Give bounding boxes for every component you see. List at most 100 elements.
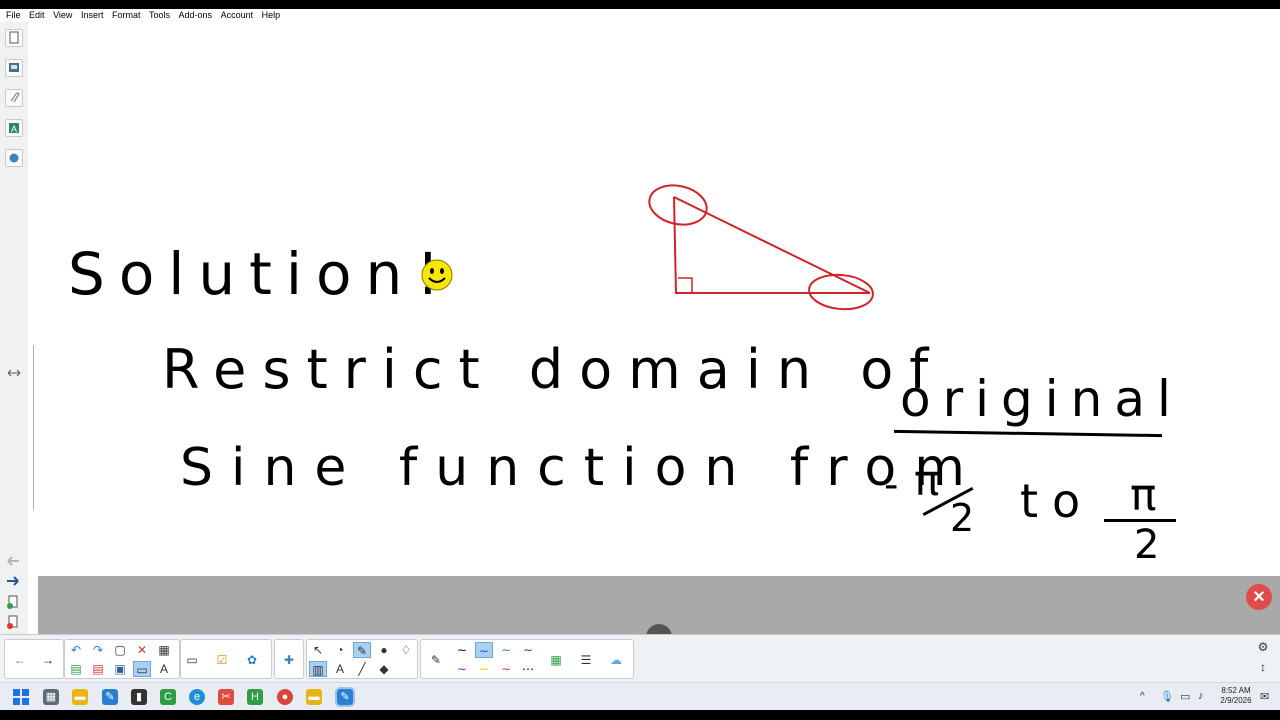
menu-file[interactable]: File (6, 9, 21, 22)
main-toolbar: ← → ↶ ↷ ▢ ✕ ▦ ▤ ▤ ▣ ▭ A ▭ ☑ ✿ ✚ ↖ ◔ ✎ ● … (0, 634, 1280, 683)
table-tool-icon[interactable]: ▥ (309, 661, 327, 677)
table-icon[interactable]: ▦ (155, 642, 173, 658)
pen-yellow-icon[interactable]: ∼ (475, 661, 493, 677)
properties-icon: A (9, 123, 19, 134)
redo-icon[interactable]: ↷ (89, 642, 107, 658)
add-page-tool-icon[interactable]: ▤ (67, 661, 85, 677)
clock-date: 2/9/2026 (1220, 696, 1252, 705)
windows-taskbar: ▦ ▬ ✎ ▮ C e ✂ H ● ▬ ✎ ^ 🎙 ▭ ♪ ✉ (0, 682, 1280, 711)
gallery-tab[interactable] (5, 59, 23, 77)
menu-account[interactable]: Account (221, 9, 254, 22)
spotlight-icon[interactable]: ☑ (213, 652, 231, 668)
properties-tab[interactable]: A (5, 119, 23, 137)
notebook-app-icon[interactable]: ✎ (102, 689, 118, 705)
shapes-icon[interactable]: ◔ (331, 642, 349, 658)
nav-group: ← → (4, 639, 64, 679)
add-page-icon[interactable] (6, 595, 20, 609)
menu-format[interactable]: Format (112, 9, 141, 22)
menu-addons[interactable]: Add-ons (179, 9, 213, 22)
page-icon (9, 31, 19, 44)
delete-icon[interactable]: ✕ (133, 642, 151, 658)
handwritten-pi-2: π (1130, 470, 1157, 521)
volume-icon[interactable]: ♪ (1198, 690, 1204, 702)
text-recognition-icon[interactable]: A (155, 661, 173, 677)
system-clock[interactable]: 8:52 AM 2/9/2026 (1216, 686, 1256, 706)
menu-edit[interactable]: Edit (29, 9, 45, 22)
notifications-icon[interactable]: ✉ (1260, 690, 1269, 703)
resize-arrows-icon[interactable] (7, 368, 21, 378)
clock-time: 8:52 AM (1221, 686, 1251, 695)
menu-help[interactable]: Help (262, 9, 281, 22)
previous-page-icon[interactable] (5, 555, 21, 567)
save-icon[interactable]: ▣ (111, 661, 129, 677)
menu-view[interactable]: View (53, 9, 72, 22)
pen-blue-icon[interactable]: ∼ (475, 642, 493, 658)
right-triangle-drawing (648, 184, 874, 311)
microphone-icon[interactable]: 🎙 (1160, 690, 1174, 703)
pen-icon[interactable]: ✎ (353, 642, 371, 658)
paperclip-icon (10, 92, 20, 103)
settings-gear-icon[interactable]: ⚙ (1254, 639, 1272, 655)
undo-icon[interactable]: ↶ (67, 642, 85, 658)
color-palette-icon[interactable]: ▦ (547, 652, 565, 668)
handwritten-restrict-domain: Restrict domain of (162, 338, 945, 401)
magic-pen-icon[interactable]: ♢ (397, 642, 415, 658)
handwritten-sine-function: Sine function from (180, 438, 983, 498)
panel-splitter[interactable] (28, 22, 38, 634)
page-sorter-tab[interactable] (5, 29, 23, 47)
pen-darkblue-icon[interactable]: ∼ (519, 642, 537, 658)
back-arrow-icon[interactable]: ← (11, 652, 29, 668)
classroom-app-icon[interactable]: ▮ (131, 689, 147, 705)
side-tab-bar: A (0, 22, 29, 634)
fill-icon[interactable]: ● (375, 642, 393, 658)
addons-tab[interactable] (5, 149, 23, 167)
snipping-tool-icon[interactable]: ✂ (218, 689, 234, 705)
windows-start-icon[interactable] (13, 689, 29, 705)
paste-icon[interactable]: ▢ (111, 642, 129, 658)
tray-chevron-icon[interactable]: ^ (1140, 691, 1145, 702)
eraser-icon[interactable]: ◆ (375, 661, 393, 677)
pen-magenta-icon[interactable]: ∼ (497, 661, 515, 677)
delete-page-icon[interactable] (6, 615, 20, 629)
line-style-icon[interactable]: ☰ (577, 652, 595, 668)
pen-green-icon[interactable]: ∼ (497, 642, 515, 658)
forward-arrow-icon[interactable]: → (39, 652, 57, 668)
pen-black-icon[interactable]: ∼ (453, 642, 471, 658)
effects-icon[interactable]: ☁ (607, 652, 625, 668)
menu-tools[interactable]: Tools (149, 9, 170, 22)
svg-text:A: A (11, 124, 17, 134)
menu-insert[interactable]: Insert (81, 9, 104, 22)
select-icon[interactable]: ↖ (309, 642, 327, 658)
line-icon[interactable]: ╱ (353, 661, 371, 677)
next-page-icon[interactable] (5, 575, 21, 587)
handwritten-two-2: 2 (1134, 522, 1160, 568)
puzzle-icon (9, 153, 19, 163)
toolbar-position-icon[interactable]: ↕ (1254, 659, 1272, 675)
calculator-icon[interactable]: ▦ (43, 689, 59, 705)
folder-icon[interactable]: ▬ (306, 689, 322, 705)
pen-purple-icon[interactable]: ∼ (453, 661, 471, 677)
remove-page-tool-icon[interactable]: ▤ (89, 661, 107, 677)
h-app-icon[interactable]: H (247, 689, 263, 705)
handwritten-pi-1: π (914, 456, 940, 505)
pen-dashed-icon[interactable]: ⋯ (519, 661, 537, 677)
screen-shade-icon[interactable]: ▭ (183, 652, 201, 668)
tools-group: ↖ ◔ ✎ ● ♢ ▥ A ╱ ◆ (306, 639, 418, 679)
whiteboard-canvas[interactable]: Solution! Restrict domain of original Si… (38, 22, 1280, 576)
addon-puzzle-icon[interactable]: ✚ (280, 652, 298, 668)
pen-properties-icon[interactable]: ✎ (427, 652, 445, 668)
file-explorer-icon[interactable]: ▬ (72, 689, 88, 705)
edit-group: ↶ ↷ ▢ ✕ ▦ ▤ ▤ ▣ ▭ A (64, 639, 180, 679)
splitter-handle[interactable] (33, 345, 34, 510)
attachments-tab[interactable] (5, 89, 23, 107)
c-app-icon[interactable]: C (160, 689, 176, 705)
text-icon[interactable]: A (331, 661, 349, 677)
close-icon[interactable]: × (1246, 584, 1272, 610)
network-icon[interactable]: ▭ (1180, 690, 1190, 703)
notebook-active-icon[interactable]: ✎ (335, 687, 355, 707)
extensions-icon[interactable]: ✿ (243, 652, 261, 668)
display-icon[interactable]: ▭ (133, 661, 151, 677)
handwritten-solution: Solution! (68, 240, 454, 308)
edge-browser-icon[interactable]: e (189, 689, 205, 705)
chrome-browser-icon[interactable]: ● (277, 689, 293, 705)
